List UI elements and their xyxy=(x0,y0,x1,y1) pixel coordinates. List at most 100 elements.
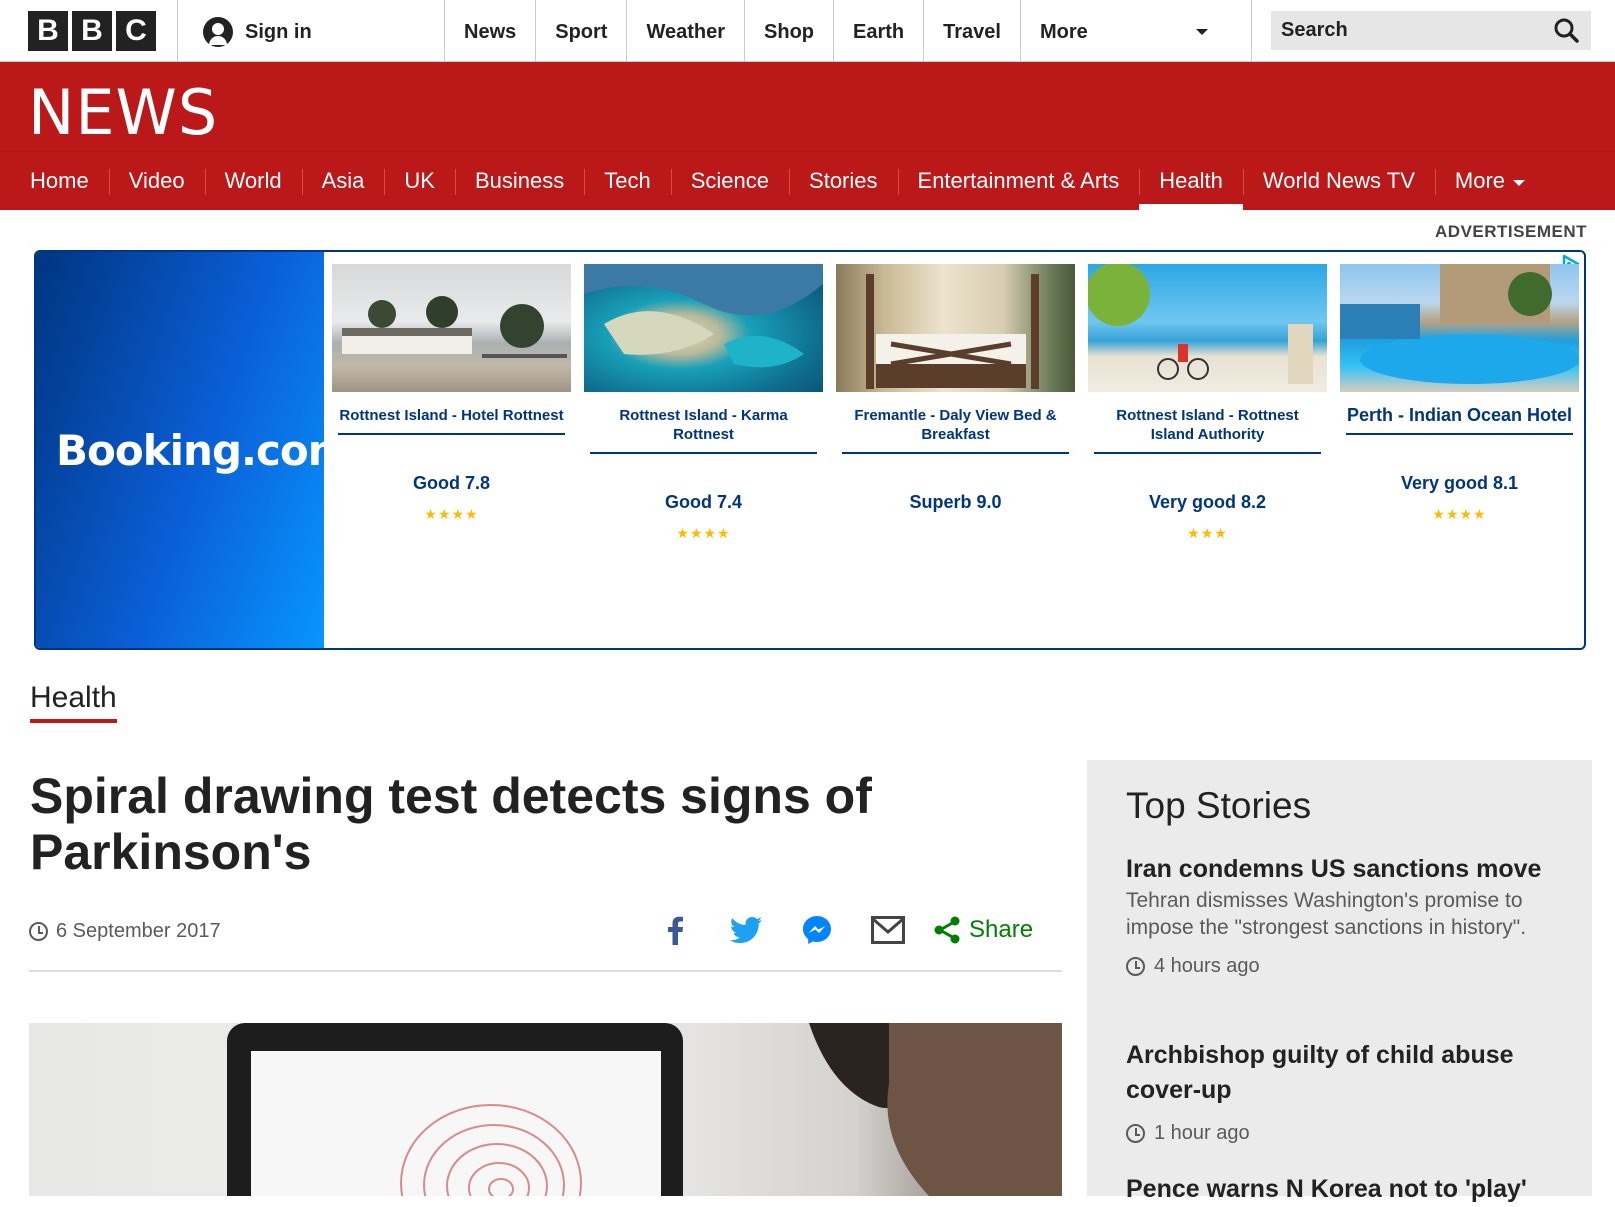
clock-icon xyxy=(1126,957,1145,976)
global-nav-weather[interactable]: Weather xyxy=(626,0,744,62)
twitter-icon[interactable] xyxy=(726,910,766,950)
global-nav-travel[interactable]: Travel xyxy=(923,0,1020,62)
chevron-down-icon xyxy=(1513,179,1526,186)
hotel-photo[interactable] xyxy=(332,264,571,392)
hotel-photo-scene xyxy=(866,274,1039,389)
hotel-name[interactable]: Fremantle - Daly View Bed & Breakfast xyxy=(842,406,1069,454)
news-masthead: NEWS xyxy=(0,62,1615,151)
top-story-title[interactable]: Archbishop guilty of child abuse cover-u… xyxy=(1126,1038,1566,1108)
sign-in-link[interactable]: Sign in xyxy=(203,17,312,47)
account-icon xyxy=(203,17,233,47)
hotel-photo[interactable] xyxy=(1088,264,1327,392)
share-tools: Share xyxy=(655,910,1033,950)
top-story-title[interactable]: Iran condemns US sanctions move xyxy=(1126,852,1566,887)
search-icon[interactable] xyxy=(1553,17,1579,43)
clock-icon xyxy=(1126,1124,1145,1143)
news-nav: Home Video World Asia UK Business Tech S… xyxy=(0,151,1615,210)
email-icon[interactable] xyxy=(868,910,908,950)
divider xyxy=(29,970,1062,972)
hotel-card[interactable]: Rottnest Island - Karma Rottnest Good 7.… xyxy=(584,264,823,644)
news-nav-home[interactable]: Home xyxy=(10,152,109,210)
top-story-title[interactable]: Pence warns N Korea not to 'play' xyxy=(1126,1172,1566,1207)
news-nav-business[interactable]: Business xyxy=(455,152,584,210)
star-rating-icon: ★★★ xyxy=(1187,525,1228,541)
news-nav-uk[interactable]: UK xyxy=(384,152,455,210)
global-nav-sport[interactable]: Sport xyxy=(535,0,626,62)
hotel-photo-scene xyxy=(1340,264,1579,384)
news-nav-asia[interactable]: Asia xyxy=(302,152,385,210)
top-story-time: 4 hours ago xyxy=(1126,955,1566,978)
news-nav-science[interactable]: Science xyxy=(671,152,789,210)
hotel-photo[interactable] xyxy=(836,264,1075,392)
hotel-name[interactable]: Rottnest Island - Karma Rottnest xyxy=(590,406,817,454)
hotel-name[interactable]: Perth - Indian Ocean Hotel xyxy=(1346,406,1573,435)
star-rating-icon: ★★★★ xyxy=(424,506,479,522)
article-date-text: 6 September 2017 xyxy=(56,920,221,942)
divider xyxy=(177,0,178,61)
search-input[interactable] xyxy=(1281,19,1541,42)
news-nav-health[interactable]: Health xyxy=(1139,152,1243,210)
bbc-global-header: B B C Sign in News Sport Weather Shop Ea… xyxy=(0,0,1615,62)
advertisement-label: ADVERTISEMENT xyxy=(1435,222,1587,241)
global-nav-shop[interactable]: Shop xyxy=(744,0,833,62)
news-nav-more[interactable]: More xyxy=(1435,152,1545,210)
hotel-card[interactable]: Rottnest Island - Rottnest Island Author… xyxy=(1088,264,1327,644)
article-hero-image xyxy=(29,1023,1062,1196)
news-nav-stories[interactable]: Stories xyxy=(789,152,897,210)
bbc-logo[interactable]: B B C xyxy=(28,11,156,51)
top-story-summary: Tehran dismisses Washington's promise to… xyxy=(1126,889,1527,939)
bbc-logo-letter: B xyxy=(72,11,112,51)
hotel-score: Very good 8.2 xyxy=(1148,492,1267,512)
top-story-item: Iran condemns US sanctions move Tehran d… xyxy=(1126,852,1566,978)
news-nav-world[interactable]: World xyxy=(205,152,302,210)
booking-advert[interactable]: Booking.com Rottnest Island - Hotel Rott… xyxy=(34,250,1586,650)
share-label: Share xyxy=(969,916,1034,943)
global-nav-more[interactable]: More xyxy=(1019,0,1230,62)
hotel-score: Good 7.8 xyxy=(412,473,490,493)
booking-logo: Booking.com xyxy=(56,426,351,475)
bbc-logo-letter: C xyxy=(116,11,156,51)
hotel-score: Superb 9.0 xyxy=(909,492,1002,512)
hotel-name[interactable]: Rottnest Island - Hotel Rottnest xyxy=(338,406,565,435)
facebook-icon[interactable] xyxy=(655,910,695,950)
hotel-name[interactable]: Rottnest Island - Rottnest Island Author… xyxy=(1094,406,1321,454)
clock-icon xyxy=(29,922,48,941)
top-story-time: 1 hour ago xyxy=(1126,1122,1566,1145)
share-icon xyxy=(934,916,960,944)
sign-in-label: Sign in xyxy=(245,20,312,43)
article-headline: Spiral drawing test detects signs of Par… xyxy=(30,768,872,880)
top-stories-heading: Top Stories xyxy=(1126,785,1312,826)
divider xyxy=(1251,0,1252,61)
hotel-photo[interactable] xyxy=(1340,264,1579,392)
news-nav-world-news-tv[interactable]: World News TV xyxy=(1243,152,1435,210)
hotel-photo-scene xyxy=(1088,264,1313,384)
hotel-photo-scene xyxy=(342,296,567,358)
top-story-item: Pence warns N Korea not to 'play' xyxy=(1126,1172,1566,1207)
tablet-spiral-photo xyxy=(227,1023,1062,1196)
section-label[interactable]: Health xyxy=(30,681,117,723)
hotel-photo[interactable] xyxy=(584,264,823,392)
news-nav-tech[interactable]: Tech xyxy=(584,152,670,210)
hotel-list: Rottnest Island - Hotel Rottnest Good 7.… xyxy=(332,264,1579,644)
news-logo[interactable]: NEWS xyxy=(28,76,218,149)
top-story-time-text: 4 hours ago xyxy=(1154,955,1260,977)
hotel-card[interactable]: Fremantle - Daly View Bed & Breakfast Su… xyxy=(836,264,1075,644)
search-box xyxy=(1271,11,1591,50)
top-story-time-text: 1 hour ago xyxy=(1154,1122,1250,1144)
news-nav-more-label: More xyxy=(1454,168,1506,193)
booking-brand-panel[interactable]: Booking.com xyxy=(36,252,351,648)
article-date: 6 September 2017 xyxy=(29,920,221,943)
star-rating-icon: ★★★★ xyxy=(676,525,731,541)
global-nav-news[interactable]: News xyxy=(444,0,535,62)
hotel-photo-scene xyxy=(584,264,823,368)
hotel-score: Very good 8.1 xyxy=(1400,473,1519,493)
hotel-score: Good 7.4 xyxy=(664,492,742,512)
hotel-card[interactable]: Perth - Indian Ocean Hotel Very good 8.1… xyxy=(1340,264,1579,644)
news-nav-entertainment-arts[interactable]: Entertainment & Arts xyxy=(898,152,1140,210)
share-button[interactable]: Share xyxy=(933,916,1033,944)
hotel-card[interactable]: Rottnest Island - Hotel Rottnest Good 7.… xyxy=(332,264,571,644)
messenger-icon[interactable] xyxy=(797,910,837,950)
news-nav-video[interactable]: Video xyxy=(109,152,205,210)
global-nav-earth[interactable]: Earth xyxy=(833,0,923,62)
chevron-down-icon xyxy=(1195,29,1208,35)
